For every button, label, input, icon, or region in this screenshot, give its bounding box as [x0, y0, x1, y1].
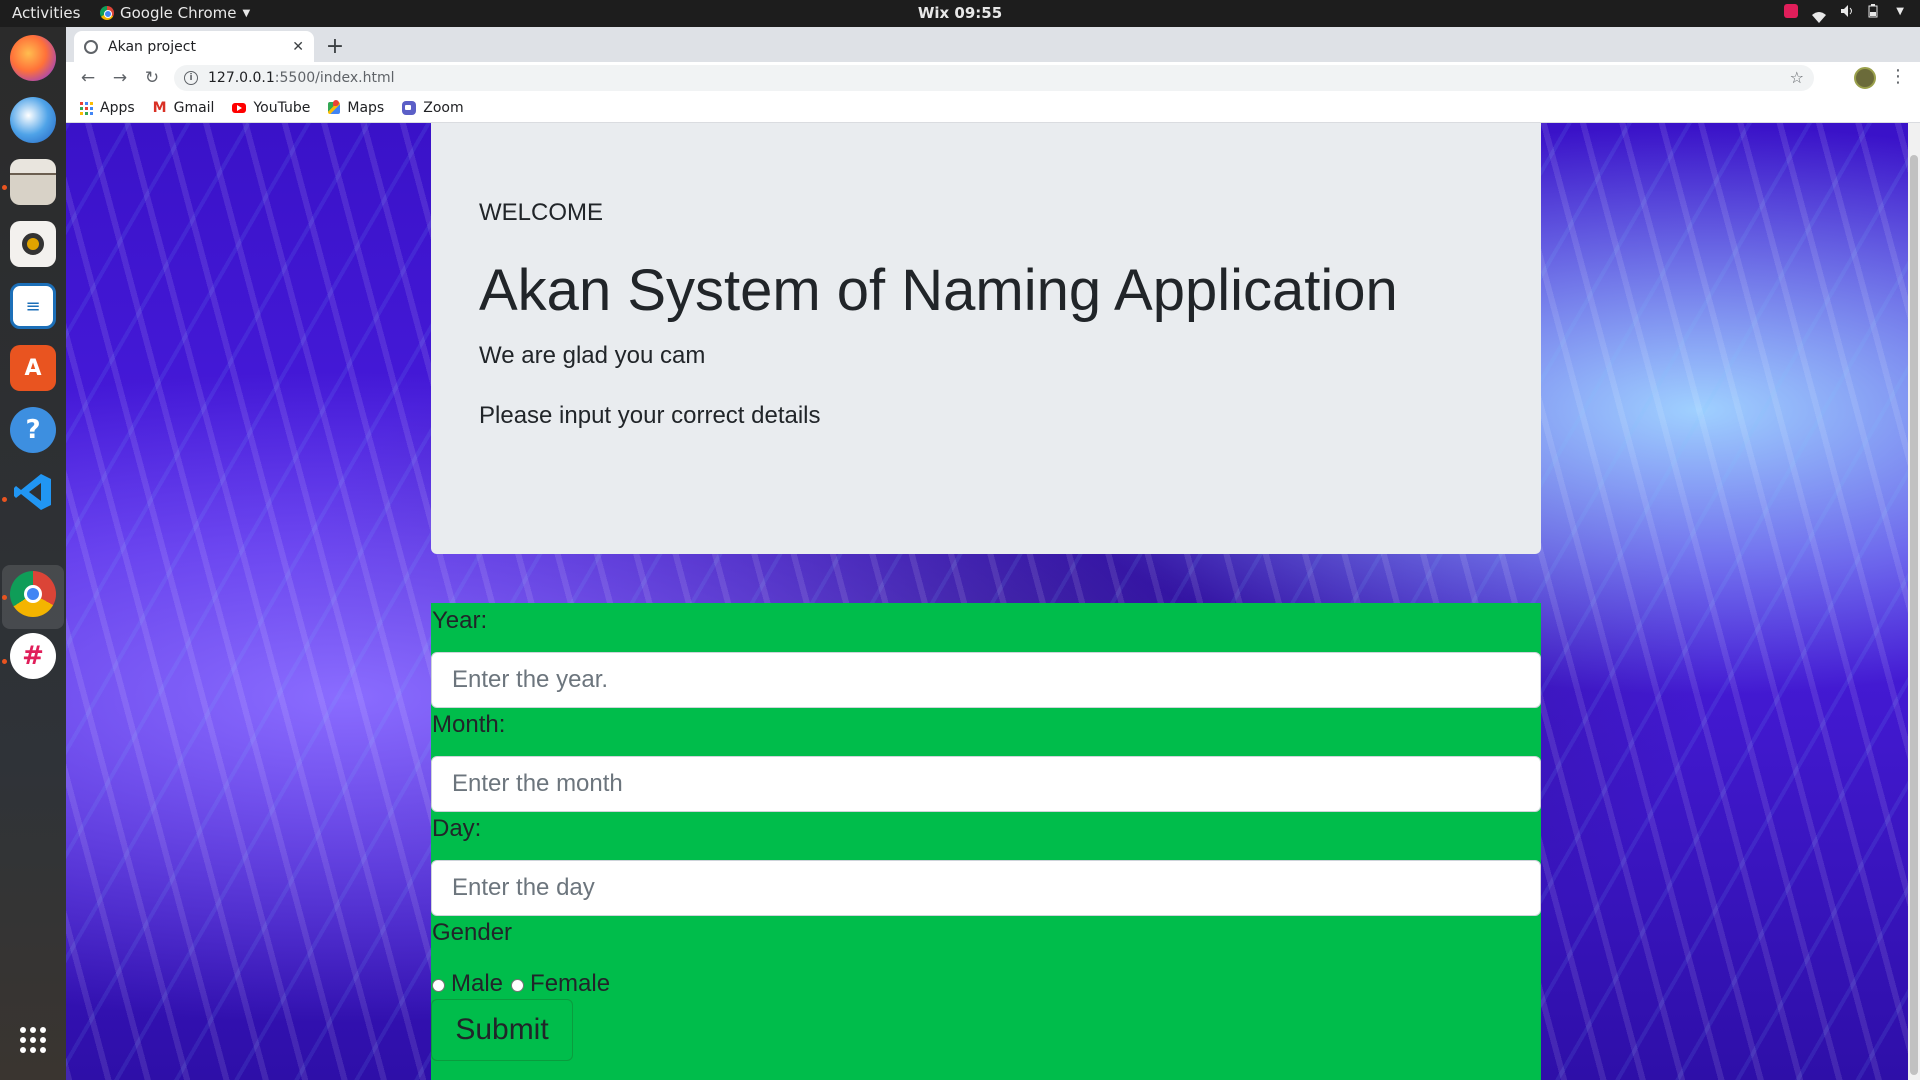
tab-akan-project[interactable]: Akan project ✕: [74, 31, 314, 62]
back-button[interactable]: ←: [72, 62, 104, 94]
reload-button[interactable]: ↻: [136, 62, 168, 94]
help-icon[interactable]: ?: [10, 407, 56, 453]
bookmark-label: YouTube: [253, 100, 311, 116]
clock[interactable]: Wix 09:55: [0, 4, 1920, 22]
battery-icon[interactable]: [1868, 4, 1882, 18]
tab-strip: Akan project ✕ +: [66, 27, 1920, 62]
url-path: :5500/index.html: [274, 70, 395, 86]
birth-details-form: Year: Month: Day: Gender Male Female Sub…: [431, 603, 1541, 1080]
dock: ≡ A ? #: [0, 27, 66, 1080]
wifi-icon[interactable]: [1812, 4, 1827, 23]
gender-label: Gender: [432, 919, 513, 946]
url-host: 127.0.0.1: [208, 70, 275, 86]
forward-button[interactable]: →: [104, 62, 136, 94]
browser-toolbar: ← → ↻ i 127.0.0.1:5500/index.html ☆ ⋮: [66, 62, 1920, 94]
welcome-jumbotron: WELCOME Akan System of Naming Applicatio…: [431, 123, 1541, 554]
volume-icon[interactable]: [1840, 4, 1854, 18]
bookmarks-bar: Apps M Gmail YouTube Maps Zoom: [66, 94, 1920, 123]
youtube-icon: [232, 103, 247, 113]
files-icon[interactable]: [10, 159, 56, 205]
system-top-bar: Activities Google Chrome ▼ Wix 09:55 ▼: [0, 0, 1920, 27]
bookmark-maps[interactable]: Maps: [328, 100, 384, 116]
new-tab-button[interactable]: +: [322, 33, 348, 59]
female-label[interactable]: Female: [530, 970, 610, 998]
dock-running-dot: [2, 185, 7, 190]
more-menu-icon[interactable]: ⋮: [1888, 66, 1908, 90]
browser-window: Akan project ✕ + ← → ↻ i 127.0.0.1:5500/…: [66, 27, 1920, 1080]
greeting-text: We are glad you cam: [479, 342, 706, 369]
system-tray[interactable]: ▼: [1784, 4, 1904, 23]
slack-tray-icon[interactable]: [1784, 4, 1799, 18]
dock-running-dot: [2, 497, 7, 502]
male-radio[interactable]: [432, 979, 445, 992]
year-input[interactable]: [431, 652, 1541, 708]
bookmark-apps[interactable]: Apps: [80, 100, 135, 116]
thunderbird-icon[interactable]: [10, 97, 56, 143]
page-scrollbar[interactable]: [1908, 123, 1920, 1080]
tab-title: Akan project: [108, 38, 196, 55]
address-bar[interactable]: i 127.0.0.1:5500/index.html ☆: [174, 65, 1814, 91]
bookmark-zoom[interactable]: Zoom: [402, 100, 464, 116]
rhythmbox-icon[interactable]: [10, 221, 56, 267]
gmail-icon: M: [152, 100, 167, 116]
bookmark-youtube[interactable]: YouTube: [232, 100, 310, 116]
bookmark-label: Zoom: [423, 100, 464, 116]
bookmark-label: Maps: [347, 100, 385, 116]
day-input[interactable]: [431, 860, 1541, 916]
month-input[interactable]: [431, 756, 1541, 812]
zoom-icon: [402, 101, 417, 115]
bookmark-label: Gmail: [173, 100, 215, 116]
info-icon[interactable]: i: [184, 71, 198, 85]
day-label: Day:: [432, 815, 482, 842]
vscode-icon[interactable]: [10, 469, 56, 515]
male-label[interactable]: Male: [451, 970, 503, 998]
submit-button[interactable]: Submit: [431, 999, 573, 1061]
show-applications-icon[interactable]: [10, 1017, 56, 1063]
profile-avatar[interactable]: [1854, 67, 1876, 89]
instruction-text: Please input your correct details: [479, 402, 821, 429]
globe-icon: [84, 39, 98, 54]
dock-running-dot: [2, 659, 7, 664]
apps-grid-icon: [80, 101, 93, 115]
welcome-text: WELCOME: [479, 199, 604, 226]
female-radio[interactable]: [511, 979, 525, 992]
maps-icon: [328, 100, 341, 114]
chrome-icon[interactable]: [10, 571, 56, 617]
slack-icon[interactable]: #: [10, 633, 56, 679]
close-icon[interactable]: ✕: [292, 39, 304, 55]
firefox-icon[interactable]: [10, 35, 56, 81]
chevron-down-icon[interactable]: ▼: [1896, 6, 1904, 17]
bookmark-gmail[interactable]: M Gmail: [153, 100, 215, 116]
page-viewport: WELCOME Akan System of Naming Applicatio…: [66, 123, 1920, 1080]
year-label: Year:: [432, 607, 488, 634]
page-title: Akan System of Naming Application: [479, 258, 1398, 323]
scrollbar-thumb[interactable]: [1910, 155, 1918, 1075]
writer-icon[interactable]: ≡: [10, 283, 56, 329]
software-center-icon[interactable]: A: [10, 345, 56, 391]
bookmark-label: Apps: [100, 100, 135, 116]
gender-options: Male Female: [432, 970, 610, 998]
star-icon[interactable]: ☆: [1790, 68, 1804, 87]
dock-running-dot: [2, 595, 7, 600]
month-label: Month:: [432, 711, 506, 738]
